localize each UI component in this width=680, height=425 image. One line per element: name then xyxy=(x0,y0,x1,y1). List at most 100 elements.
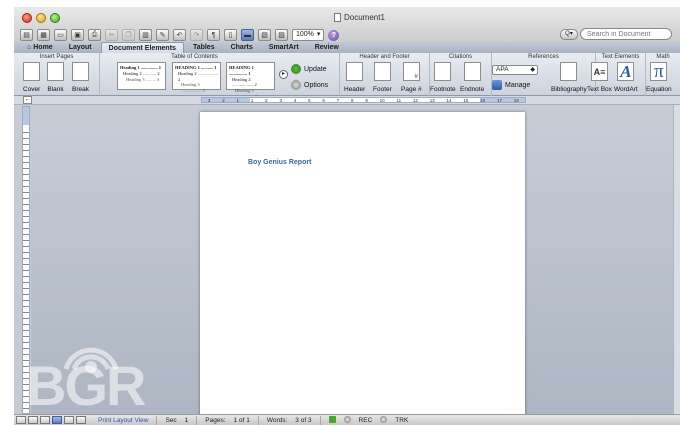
footnote-button[interactable]: Footnote xyxy=(430,62,456,93)
trk-label: TRK xyxy=(395,416,409,424)
pages-indicator: Pages: 1 of 1 xyxy=(196,415,258,425)
paste-icon[interactable]: ▥ xyxy=(139,29,152,41)
toc-style-2[interactable]: HEADING 1 ........... 1 Heading 2 ......… xyxy=(172,62,221,93)
toc-options-button[interactable]: Options xyxy=(291,80,328,90)
ruler-label: 1 xyxy=(250,97,254,103)
section-value: 1 xyxy=(184,416,189,424)
outline-view-button[interactable] xyxy=(28,416,38,424)
tab-tables[interactable]: Tables xyxy=(186,42,222,53)
manage-label: Manage xyxy=(505,81,531,89)
document-canvas[interactable]: Boy Genius Report xyxy=(31,105,680,421)
help-icon[interactable]: ? xyxy=(328,29,340,41)
tab-home[interactable]: ⌂ Home xyxy=(20,42,60,53)
ruler-label: 6 xyxy=(322,97,325,103)
page-number-button[interactable]: Page # xyxy=(401,62,422,93)
tab-charts[interactable]: Charts xyxy=(224,42,260,53)
document-page[interactable]: Boy Genius Report xyxy=(200,112,525,421)
full-screen-view-button[interactable] xyxy=(76,416,86,424)
horizontal-ruler[interactable]: 3 2 1 1 2 3 4 5 6 7 8 9 10 11 12 13 14 1… xyxy=(201,97,526,103)
close-window-button[interactable] xyxy=(22,13,32,23)
bibliography-icon xyxy=(560,62,578,81)
tab-label: Document Elements xyxy=(108,44,176,52)
bibliography-label: Bibliography xyxy=(551,86,587,93)
save-icon[interactable]: ▣ xyxy=(71,29,84,41)
gear-icon xyxy=(291,80,301,90)
zoom-select[interactable]: 100% ▾ xyxy=(292,29,325,41)
blank-page-button[interactable]: Blank xyxy=(47,62,64,93)
spelling-status[interactable]: REC TRK xyxy=(319,415,417,425)
bibliography-button[interactable]: Bibliography xyxy=(551,62,587,93)
toc-gallery-next-button[interactable]: ▸ xyxy=(279,70,288,79)
toc-line: Heading 3 .................. 3 xyxy=(181,82,205,94)
rec-label: REC xyxy=(358,416,373,424)
document-heading[interactable]: Boy Genius Report xyxy=(248,159,311,166)
draft-view-button[interactable] xyxy=(16,416,26,424)
open-icon[interactable]: ▭ xyxy=(54,29,67,41)
tab-document-elements[interactable]: Document Elements xyxy=(100,42,184,53)
update-toc-button[interactable]: Update xyxy=(291,64,327,74)
spelling-ok-icon xyxy=(328,415,336,423)
copy-icon[interactable]: ❐ xyxy=(122,29,135,41)
title-bar: Document1 ▤ ▦ ▭ ▣ ⎙ ✂ ❐ ▥ ✎ ↶ ↷ ¶ ▯ ▬ ▧ … xyxy=(14,7,680,47)
publishing-view-button[interactable] xyxy=(40,416,50,424)
gallery-icon[interactable]: ▬ xyxy=(241,29,254,41)
zoom-window-button[interactable] xyxy=(50,13,60,23)
notebook-view-button[interactable] xyxy=(64,416,74,424)
media-browser-icon[interactable]: ▨ xyxy=(275,29,288,41)
endnote-label: Endnote xyxy=(460,86,485,93)
ruler-label: 18 xyxy=(513,97,519,103)
chevron-down-icon: ◆ xyxy=(530,67,535,73)
tab-review[interactable]: Review xyxy=(308,42,346,53)
minimize-window-button[interactable] xyxy=(36,13,46,23)
group-text-elements: Text Elements A≡ Text Box A WordArt xyxy=(587,53,646,96)
format-painter-icon[interactable]: ✎ xyxy=(156,29,169,41)
pilcrow-icon[interactable]: ¶ xyxy=(207,29,220,41)
search-input[interactable] xyxy=(580,28,672,40)
text-box-icon: A≡ xyxy=(590,62,608,81)
manage-citations-button[interactable]: Manage xyxy=(492,80,530,90)
window-title: Document1 xyxy=(334,13,385,22)
tab-label: Charts xyxy=(230,44,253,51)
break-button[interactable]: Break xyxy=(72,62,89,93)
group-citations: Citations Footnote Endnote xyxy=(430,53,492,96)
search-scope-button[interactable]: Q▾ xyxy=(560,28,578,40)
wordart-button[interactable]: A WordArt xyxy=(614,62,638,93)
cut-icon[interactable]: ✂ xyxy=(105,29,118,41)
equation-button[interactable]: π Equation xyxy=(646,62,672,93)
ruler-label: 14 xyxy=(446,97,452,103)
toolbox-icon[interactable]: ▧ xyxy=(258,29,271,41)
vertical-scrollbar[interactable] xyxy=(673,105,680,414)
new-document-icon[interactable]: ▤ xyxy=(20,29,33,41)
endnote-button[interactable]: Endnote xyxy=(460,62,484,93)
text-box-button[interactable]: A≡ Text Box xyxy=(587,62,612,93)
toc-style-3[interactable]: HEADING 1 ................ 1 Heading 2 .… xyxy=(226,62,275,99)
ruler-label: 16 xyxy=(480,97,486,103)
toc-line: Heading 2 .................. 2 xyxy=(178,70,218,82)
tab-label: SmartArt xyxy=(268,44,299,51)
ruler-label: 4 xyxy=(293,97,297,103)
redo-icon[interactable]: ↷ xyxy=(190,29,203,41)
sidebar-icon[interactable]: ▯ xyxy=(224,29,237,41)
print-icon[interactable]: ⎙ xyxy=(88,29,101,41)
templates-icon[interactable]: ▦ xyxy=(37,29,50,41)
cover-button[interactable]: Cover xyxy=(23,62,40,93)
citation-style-select[interactable]: APA ◆ xyxy=(492,65,538,75)
ruler-label: 1 xyxy=(236,97,240,103)
tab-smartart[interactable]: SmartArt xyxy=(262,42,306,53)
group-table-of-contents: Table of Contents Heading 1 ............… xyxy=(100,53,340,99)
vertical-ruler[interactable] xyxy=(22,106,30,414)
footer-button[interactable]: Footer xyxy=(373,62,392,93)
tab-stop-selector[interactable]: ⌐ xyxy=(23,96,32,104)
undo-icon[interactable]: ↶ xyxy=(173,29,186,41)
header-button[interactable]: Header xyxy=(344,62,365,93)
header-label: Header xyxy=(344,86,366,93)
track-changes-icon xyxy=(380,415,388,423)
cover-page-icon xyxy=(23,62,41,81)
equation-label: Equation xyxy=(646,86,672,93)
manage-icon xyxy=(492,80,502,90)
toc-style-1[interactable]: Heading 1 ............... 1 Heading 2 ..… xyxy=(117,62,166,90)
footnote-icon xyxy=(434,62,452,81)
footer-icon xyxy=(373,62,391,81)
print-layout-view-button[interactable] xyxy=(52,416,62,424)
tab-layout[interactable]: Layout xyxy=(62,42,99,53)
